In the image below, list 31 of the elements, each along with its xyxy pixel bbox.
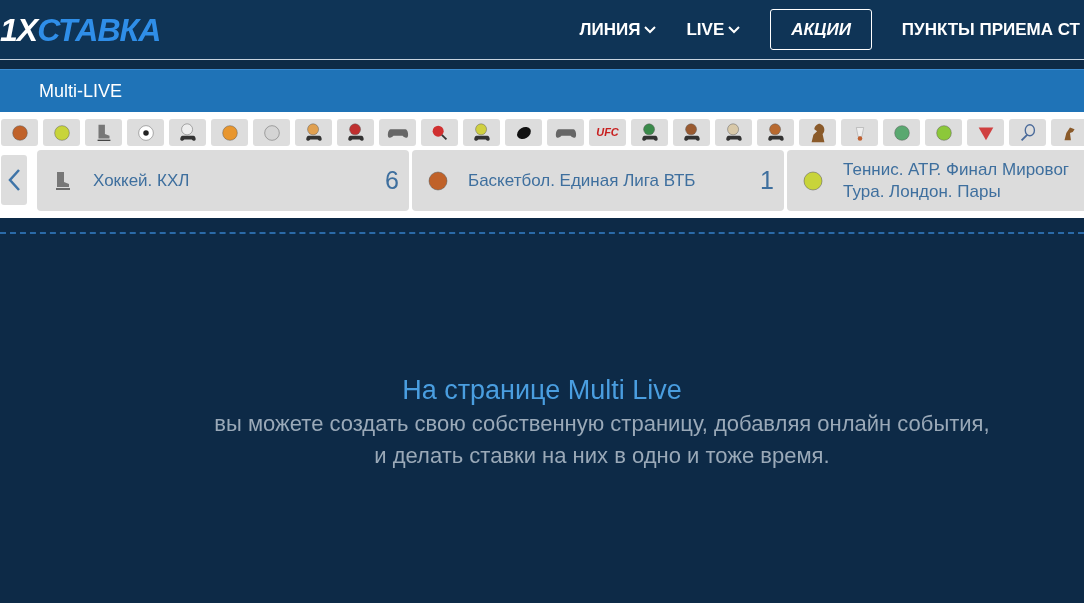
sport-filter-tab[interactable]: [757, 119, 794, 146]
chevron-down-icon: [644, 25, 657, 34]
event-title: Хоккей. КХЛ: [93, 169, 191, 192]
event-count: 1: [760, 164, 774, 196]
chevron-left-icon: [7, 168, 21, 192]
nav-link[interactable]: ПУНКТЫ ПРИЕМА СТ: [901, 16, 1080, 43]
event-card[interactable]: Баскетбол. Единая Лига ВТБ 1: [412, 150, 784, 211]
empty-state-title: На странице Multi Live: [401, 374, 683, 407]
sport-filter-tab[interactable]: UFC: [589, 119, 626, 146]
logo[interactable]: 1XСТАВКА: [0, 13, 161, 46]
nav-link[interactable]: ЛИНИЯ: [579, 16, 657, 43]
event-title: Баскетбол. Единая Лига ВТБ: [468, 169, 697, 192]
sport-filter-tab[interactable]: [463, 119, 500, 146]
event-count: 6: [385, 164, 399, 196]
basketball-icon: [426, 168, 450, 193]
nav-link[interactable]: LIVE: [686, 16, 741, 43]
sport-filter-tab[interactable]: [631, 119, 668, 146]
sport-filter-tab[interactable]: [715, 119, 752, 146]
event-card[interactable]: Хоккей. КХЛ 6: [37, 150, 409, 211]
event-card[interactable]: Теннис. АТР. Финал Мировог Тура. Лондон. Пары: [787, 150, 1084, 211]
sport-filter-tab[interactable]: [295, 119, 332, 146]
empty-state-text: вы можете создать свою собственную страницу, добавляя онлайн события, и делать ставки на них в одно и тоже время.: [213, 410, 991, 471]
sport-filter-tab[interactable]: [337, 119, 374, 146]
sport-filter-tab[interactable]: [673, 119, 710, 146]
sport-filter-tab[interactable]: [169, 119, 206, 146]
section-title: Multi-LIVE: [0, 69, 1084, 112]
sport-filter-tab[interactable]: [505, 119, 542, 146]
tennis-ball-icon: [801, 168, 825, 193]
chevron-down-icon: [728, 25, 741, 34]
back-button[interactable]: [1, 155, 27, 205]
event-title: Теннис. АТР. Финал Мировог Тура. Лондон. Пары: [843, 158, 1071, 203]
